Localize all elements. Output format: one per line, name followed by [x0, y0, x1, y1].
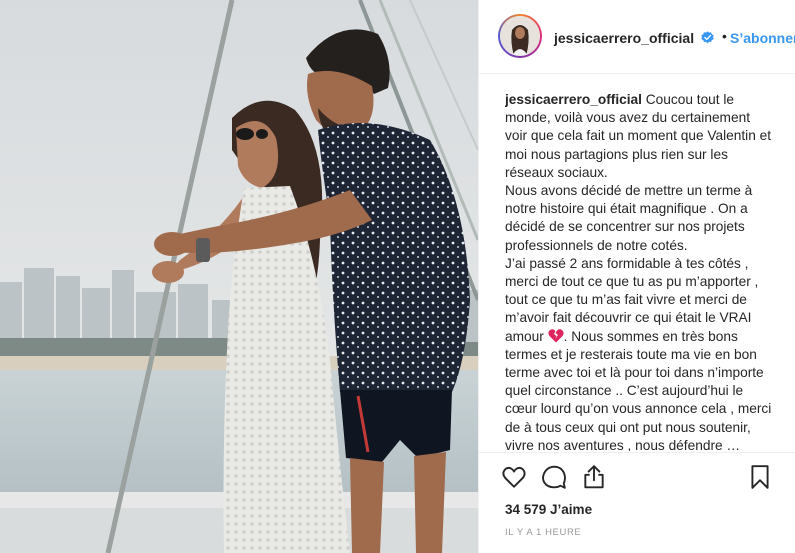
- comment-icon[interactable]: [541, 464, 567, 490]
- post-header: jessicaerrero_official • S’abonner: [479, 0, 795, 74]
- separator-dot: •: [722, 28, 727, 44]
- avatar-story-ring[interactable]: [498, 14, 542, 58]
- post-timestamp[interactable]: IL Y A 1 HEURE: [505, 527, 581, 538]
- caption-paragraph: J’ai passé 2 ans formidable à tes côtés …: [505, 255, 775, 451]
- post-caption: jessicaerrero_official Coucou tout le mo…: [505, 91, 775, 451]
- follow-button[interactable]: S’abonner: [730, 30, 795, 46]
- caption-username-link[interactable]: jessicaerrero_official: [505, 92, 642, 107]
- post-photo[interactable]: [0, 0, 478, 553]
- bookmark-icon[interactable]: [747, 464, 773, 490]
- verified-badge-icon: [701, 31, 714, 44]
- like-count[interactable]: 34 579 J’aime: [505, 502, 592, 517]
- post-details-panel: jessicaerrero_official • S’abonner jessi…: [478, 0, 795, 553]
- avatar[interactable]: [500, 16, 540, 56]
- broken-heart-icon: [547, 328, 564, 343]
- caption-text: . Nous sommes en très bons termes et je …: [505, 328, 772, 451]
- username-link[interactable]: jessicaerrero_official: [554, 30, 694, 46]
- post-actions-bar: [479, 452, 795, 502]
- instagram-post: jessicaerrero_official • S’abonner jessi…: [0, 0, 795, 553]
- caption-paragraph: jessicaerrero_official Coucou tout le mo…: [505, 91, 775, 182]
- caption-paragraph: Nous avons décidé de mettre un terme à n…: [505, 183, 753, 253]
- couple-on-boat-photo: [0, 0, 478, 553]
- share-icon[interactable]: [581, 464, 607, 490]
- heart-icon[interactable]: [501, 464, 527, 490]
